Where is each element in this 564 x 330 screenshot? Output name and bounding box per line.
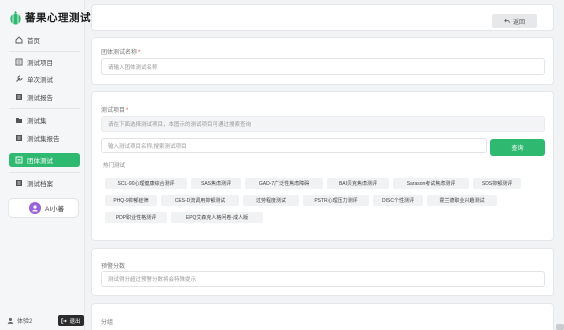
document-icon [15, 58, 23, 66]
report-icon [15, 93, 23, 101]
group-name-input[interactable]: 请输入团体测试名称 [101, 58, 545, 75]
ai-assistant-button[interactable]: AI小蕃 [8, 198, 79, 218]
search-button-label: 查询 [511, 146, 524, 152]
sidebar-item-label: 测试报告 [27, 95, 53, 102]
user-name: 体验2 [17, 319, 33, 325]
sidebar-item-label: 团体测试 [27, 158, 53, 165]
hot-test-tag[interactable]: PDP职业性格测评 [105, 212, 167, 223]
sidebar-item-label: 首页 [27, 38, 40, 45]
warning-score-card: 预警分数 测试得分超过预警分数将会特殊提示 [91, 248, 554, 296]
folder-icon [15, 116, 23, 124]
hot-test-tag[interactable]: CES-D流调用抑郁测试 [161, 195, 239, 206]
group-card: 分组 [91, 303, 554, 330]
hot-tests-label: 热门测试 [103, 163, 126, 169]
hot-test-tag[interactable]: PHQ-9抑郁症筛 [105, 195, 157, 206]
sidebar-item-test-report[interactable]: 测试报告 [9, 90, 80, 104]
project-search-placeholder: 输入测试项目名称,搜索测试项目 [108, 143, 187, 150]
test-project-label: 测试项目* [101, 108, 129, 114]
sidebar-item-label: 测试档案 [27, 181, 53, 188]
hot-test-tag[interactable]: PSTR心理压力测评 [303, 195, 369, 206]
hot-test-tag[interactable]: Sarason考试焦虑测评 [393, 178, 469, 189]
project-search-input[interactable]: 输入测试项目名称,搜索测试项目 [101, 138, 487, 153]
sidebar: 蕃果心理测试 首页 测试项目 单次测试 测试报告 测试集 测试集报告 团体测试 … [0, 0, 91, 330]
logout-button[interactable]: 退出 [58, 315, 84, 326]
app-logo[interactable]: 蕃果心理测试 [9, 8, 91, 26]
hot-test-tag[interactable]: SDS抑郁测评 [473, 178, 521, 189]
report-icon [15, 134, 23, 142]
warning-score-placeholder: 测试得分超过预警分数将会特殊提示 [108, 277, 197, 283]
hot-test-tag[interactable]: SAS焦虑测评 [191, 178, 241, 189]
sidebar-item-label: 测试集 [27, 118, 47, 125]
selected-projects-box[interactable]: 请在下面选择测试项目，本图示的测试项目可通过搜索查询 [101, 116, 545, 132]
user-icon [7, 317, 14, 324]
ai-avatar-icon [29, 202, 41, 214]
app-title: 蕃果心理测试 [25, 11, 91, 24]
sidebar-item-group-test[interactable]: 团体测试 [9, 153, 80, 167]
search-button[interactable]: 查询 [490, 139, 545, 156]
warning-score-input[interactable]: 测试得分超过预警分数将会特殊提示 [101, 271, 545, 287]
sidebar-item-test-set-report[interactable]: 测试集报告 [9, 131, 80, 145]
hot-test-tag[interactable]: 霍兰德职业兴趣测试 [427, 195, 497, 206]
group-icon [15, 156, 23, 164]
archive-icon [15, 179, 23, 187]
hot-test-tag[interactable]: 过劳程度测试 [243, 195, 299, 206]
logout-icon [61, 317, 68, 324]
wrench-icon [15, 75, 23, 83]
sidebar-item-test-projects[interactable]: 测试项目 [9, 55, 80, 69]
back-arrow-icon [504, 18, 510, 23]
sidebar-item-label: 测试集报告 [27, 136, 60, 143]
sidebar-item-label: 测试项目 [27, 60, 53, 67]
back-button[interactable]: 返回 [492, 14, 537, 28]
nav-divider [9, 108, 80, 109]
main-content: 返回 团体测试名称* 请输入团体测试名称 测试项目* 请在下面选择测试项目，本图… [89, 0, 564, 330]
sidebar-item-test-set[interactable]: 测试集 [9, 113, 80, 127]
hot-test-tag[interactable]: GAD-7广泛性焦虑障碍 [245, 178, 323, 189]
sidebar-item-label: 单次测试 [27, 77, 53, 84]
group-name-label: 团体测试名称* [101, 50, 141, 56]
hot-test-tag[interactable]: DISC个性测评 [373, 195, 423, 206]
group-name-placeholder: 请输入团体测试名称 [108, 64, 158, 71]
hot-test-tag[interactable]: SCL-90心理健康综合测评 [105, 178, 187, 189]
group-name-card: 团体测试名称* 请输入团体测试名称 [91, 37, 554, 85]
nav-divider [9, 172, 80, 173]
app-root: 蕃果心理测试 首页 测试项目 单次测试 测试报告 测试集 测试集报告 团体测试 … [0, 0, 564, 330]
warning-score-label: 预警分数 [101, 264, 126, 270]
hot-test-tag[interactable]: BAI贝克焦虑测评 [327, 178, 389, 189]
fruit-logo-icon [10, 10, 21, 24]
scrollbar-thumb[interactable] [556, 324, 564, 330]
nav-divider [9, 51, 80, 52]
sidebar-item-single-test[interactable]: 单次测试 [9, 72, 80, 86]
logout-label: 退出 [69, 318, 81, 325]
user-info: 体验2 [7, 316, 32, 325]
hot-test-tag[interactable]: EPQ艾森克人格问卷-成人版 [171, 212, 263, 223]
selected-projects-hint: 请在下面选择测试项目，本图示的测试项目可通过搜索查询 [108, 122, 252, 128]
sidebar-item-test-archive[interactable]: 测试档案 [9, 176, 80, 190]
test-project-card: 测试项目* 请在下面选择测试项目，本图示的测试项目可通过搜索查询 输入测试项目名… [91, 91, 554, 241]
group-label: 分组 [101, 320, 114, 326]
home-icon [15, 36, 23, 44]
header-card: 返回 [91, 4, 554, 31]
back-label: 返回 [512, 19, 525, 26]
ai-assistant-label: AI小蕃 [45, 206, 65, 213]
sidebar-item-home[interactable]: 首页 [9, 33, 80, 47]
